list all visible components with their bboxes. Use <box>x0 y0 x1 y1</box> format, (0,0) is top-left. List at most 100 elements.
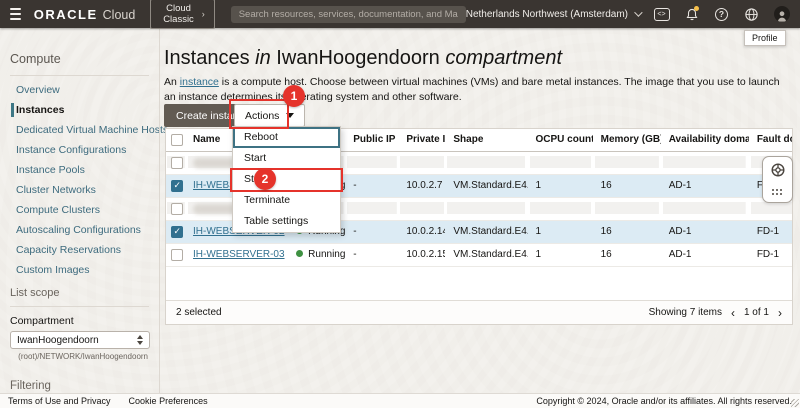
sidebar-item-compute-clusters[interactable]: Compute Clusters <box>0 200 159 220</box>
oracle-cloud-logo[interactable]: ORACLE Cloud <box>34 7 136 22</box>
sidebar-item-autoscaling-configurations[interactable]: Autoscaling Configurations <box>0 220 159 240</box>
column-header-private-ip[interactable]: Private IP <box>398 129 445 151</box>
cell-state: Running <box>288 243 345 266</box>
row-checkbox[interactable] <box>171 157 183 169</box>
sidebar-item-capacity-reservations[interactable]: Capacity Reservations <box>0 240 159 260</box>
cell-shape <box>445 197 527 220</box>
column-header-public-ip[interactable]: Public IP <box>345 129 398 151</box>
footer-link-terms-of-use-and-privacy[interactable]: Terms of Use and Privacy <box>8 396 111 406</box>
chevron-down-icon <box>634 8 642 16</box>
hamburger-menu-icon[interactable] <box>10 8 21 20</box>
notification-dot <box>694 6 699 11</box>
cloud-classic-label: Cloud Classic <box>160 3 196 25</box>
menu-item-table-settings[interactable]: Table settings <box>233 211 340 232</box>
actions-button[interactable]: Actions <box>234 104 305 127</box>
menu-item-start[interactable]: Start <box>233 148 340 169</box>
cell-memory: 16 <box>593 243 661 266</box>
oci-console-screen: ORACLE Cloud Cloud Classic › Netherlands… <box>0 0 800 408</box>
row-checkbox[interactable] <box>171 180 183 192</box>
divider <box>10 75 149 76</box>
floating-widget <box>762 156 793 203</box>
developer-tools-icon[interactable] <box>653 6 670 22</box>
cell-public-ip <box>345 151 398 174</box>
divider <box>10 306 149 307</box>
updown-chevrons-icon <box>137 335 143 345</box>
sidebar-nav: OverviewInstancesDedicated Virtual Machi… <box>0 80 159 280</box>
sidebar-item-custom-images[interactable]: Custom Images <box>0 260 159 280</box>
selected-count: 2 selected <box>176 307 222 318</box>
cell-private-ip: 10.0.2.7 <box>398 174 445 197</box>
sidebar-item-instance-pools[interactable]: Instance Pools <box>0 160 159 180</box>
footer-link-cookie-preferences[interactable]: Cookie Preferences <box>129 396 208 406</box>
compartment-value: IwanHoogendoorn <box>17 335 137 346</box>
table-footer: 2 selected Showing 7 items ‹ 1 of 1 › <box>166 300 792 324</box>
cell-availability-domain: AD-1 <box>661 174 749 197</box>
column-header-availability-domain[interactable]: Availability domain <box>661 129 749 151</box>
compartment-label: Compartment <box>10 315 159 327</box>
menu-item-reboot[interactable]: Reboot <box>233 127 340 148</box>
page-title: Instances in IwanHoogendoorn compartment <box>164 47 562 70</box>
search-input[interactable] <box>239 9 458 20</box>
actions-menu: RebootStartStopTerminateTable settings <box>232 126 341 233</box>
instance-link[interactable]: instance <box>180 76 219 88</box>
page-prev-icon[interactable]: ‹ <box>731 307 735 319</box>
running-status-dot <box>296 250 303 257</box>
cell-public-ip: - <box>345 220 398 243</box>
resize-grip-icon <box>791 399 799 407</box>
cell-availability-domain <box>661 197 749 220</box>
cell-public-ip: - <box>345 174 398 197</box>
cell-public-ip <box>345 197 398 220</box>
row-checkbox[interactable] <box>171 249 183 261</box>
region-label: Netherlands Northwest (Amsterdam) <box>466 9 628 20</box>
cell-private-ip: 10.0.2.150 <box>398 243 445 266</box>
sidebar-item-instance-configurations[interactable]: Instance Configurations <box>0 140 159 160</box>
actions-label: Actions <box>245 110 279 122</box>
brand-oracle: ORACLE <box>34 7 98 22</box>
sidebar-item-dedicated-virtual-machine-hosts[interactable]: Dedicated Virtual Machine Hosts <box>0 120 159 140</box>
cell-private-ip <box>398 197 445 220</box>
cell-memory: 16 <box>593 220 661 243</box>
menu-item-terminate[interactable]: Terminate <box>233 190 340 211</box>
sidebar-item-cluster-networks[interactable]: Cluster Networks <box>0 180 159 200</box>
cell-shape <box>445 151 527 174</box>
cell-fault-domain: FD-1 <box>749 243 793 266</box>
cell-availability-domain <box>661 151 749 174</box>
page-next-icon[interactable]: › <box>778 307 782 319</box>
row-checkbox[interactable] <box>171 203 183 215</box>
showing-items: Showing 7 items <box>649 307 722 318</box>
cell-ocpu <box>528 151 593 174</box>
cloud-classic-button[interactable]: Cloud Classic › <box>150 0 214 29</box>
page-footer: Terms of Use and Privacy Cookie Preferenc… <box>0 393 800 408</box>
compartment-path: (root)/NETWORK/IwanHoogendoorn <box>2 352 148 362</box>
language-globe-icon[interactable] <box>743 6 760 22</box>
column-header-shape[interactable]: Shape <box>445 129 527 151</box>
instance-name-link[interactable]: IH-WEBSERVER-03 <box>193 249 285 260</box>
cell-availability-domain: AD-1 <box>661 220 749 243</box>
sidebar-item-overview[interactable]: Overview <box>0 80 159 100</box>
page-indicator: 1 of 1 <box>744 307 769 318</box>
sidebar-title: Compute <box>10 52 159 66</box>
cell-ocpu: 1 <box>528 220 593 243</box>
notifications-bell-icon[interactable] <box>683 6 700 22</box>
compartment-select[interactable]: IwanHoogendoorn <box>10 331 150 349</box>
cell-fault-domain: FD-1 <box>749 220 793 243</box>
row-checkbox[interactable] <box>171 226 183 238</box>
region-selector[interactable]: Netherlands Northwest (Amsterdam) <box>466 9 640 20</box>
apps-grid-icon[interactable] <box>772 189 784 197</box>
global-search[interactable] <box>231 6 466 23</box>
support-lifebuoy-icon[interactable] <box>770 162 786 183</box>
column-header-ocpu-count[interactable]: OCPU count <box>528 129 593 151</box>
cell-shape: VM.Standard.E4.Flex <box>445 220 527 243</box>
sidebar-item-instances[interactable]: Instances <box>0 100 159 120</box>
column-header-memory-gb[interactable]: Memory (GB) <box>593 129 661 151</box>
column-header-fault-domain[interactable]: Fault domain <box>749 129 793 151</box>
cell-ocpu: 1 <box>528 174 593 197</box>
cell-shape: VM.Standard.E4.Flex <box>445 174 527 197</box>
filtering-label: Filtering <box>10 380 159 392</box>
select-all-checkbox[interactable] <box>171 134 183 146</box>
help-icon[interactable] <box>713 6 730 22</box>
sidebar: Compute OverviewInstancesDedicated Virtu… <box>0 28 159 394</box>
cell-memory <box>593 151 661 174</box>
menu-item-stop[interactable]: Stop <box>233 169 340 190</box>
profile-avatar[interactable] <box>773 6 790 22</box>
